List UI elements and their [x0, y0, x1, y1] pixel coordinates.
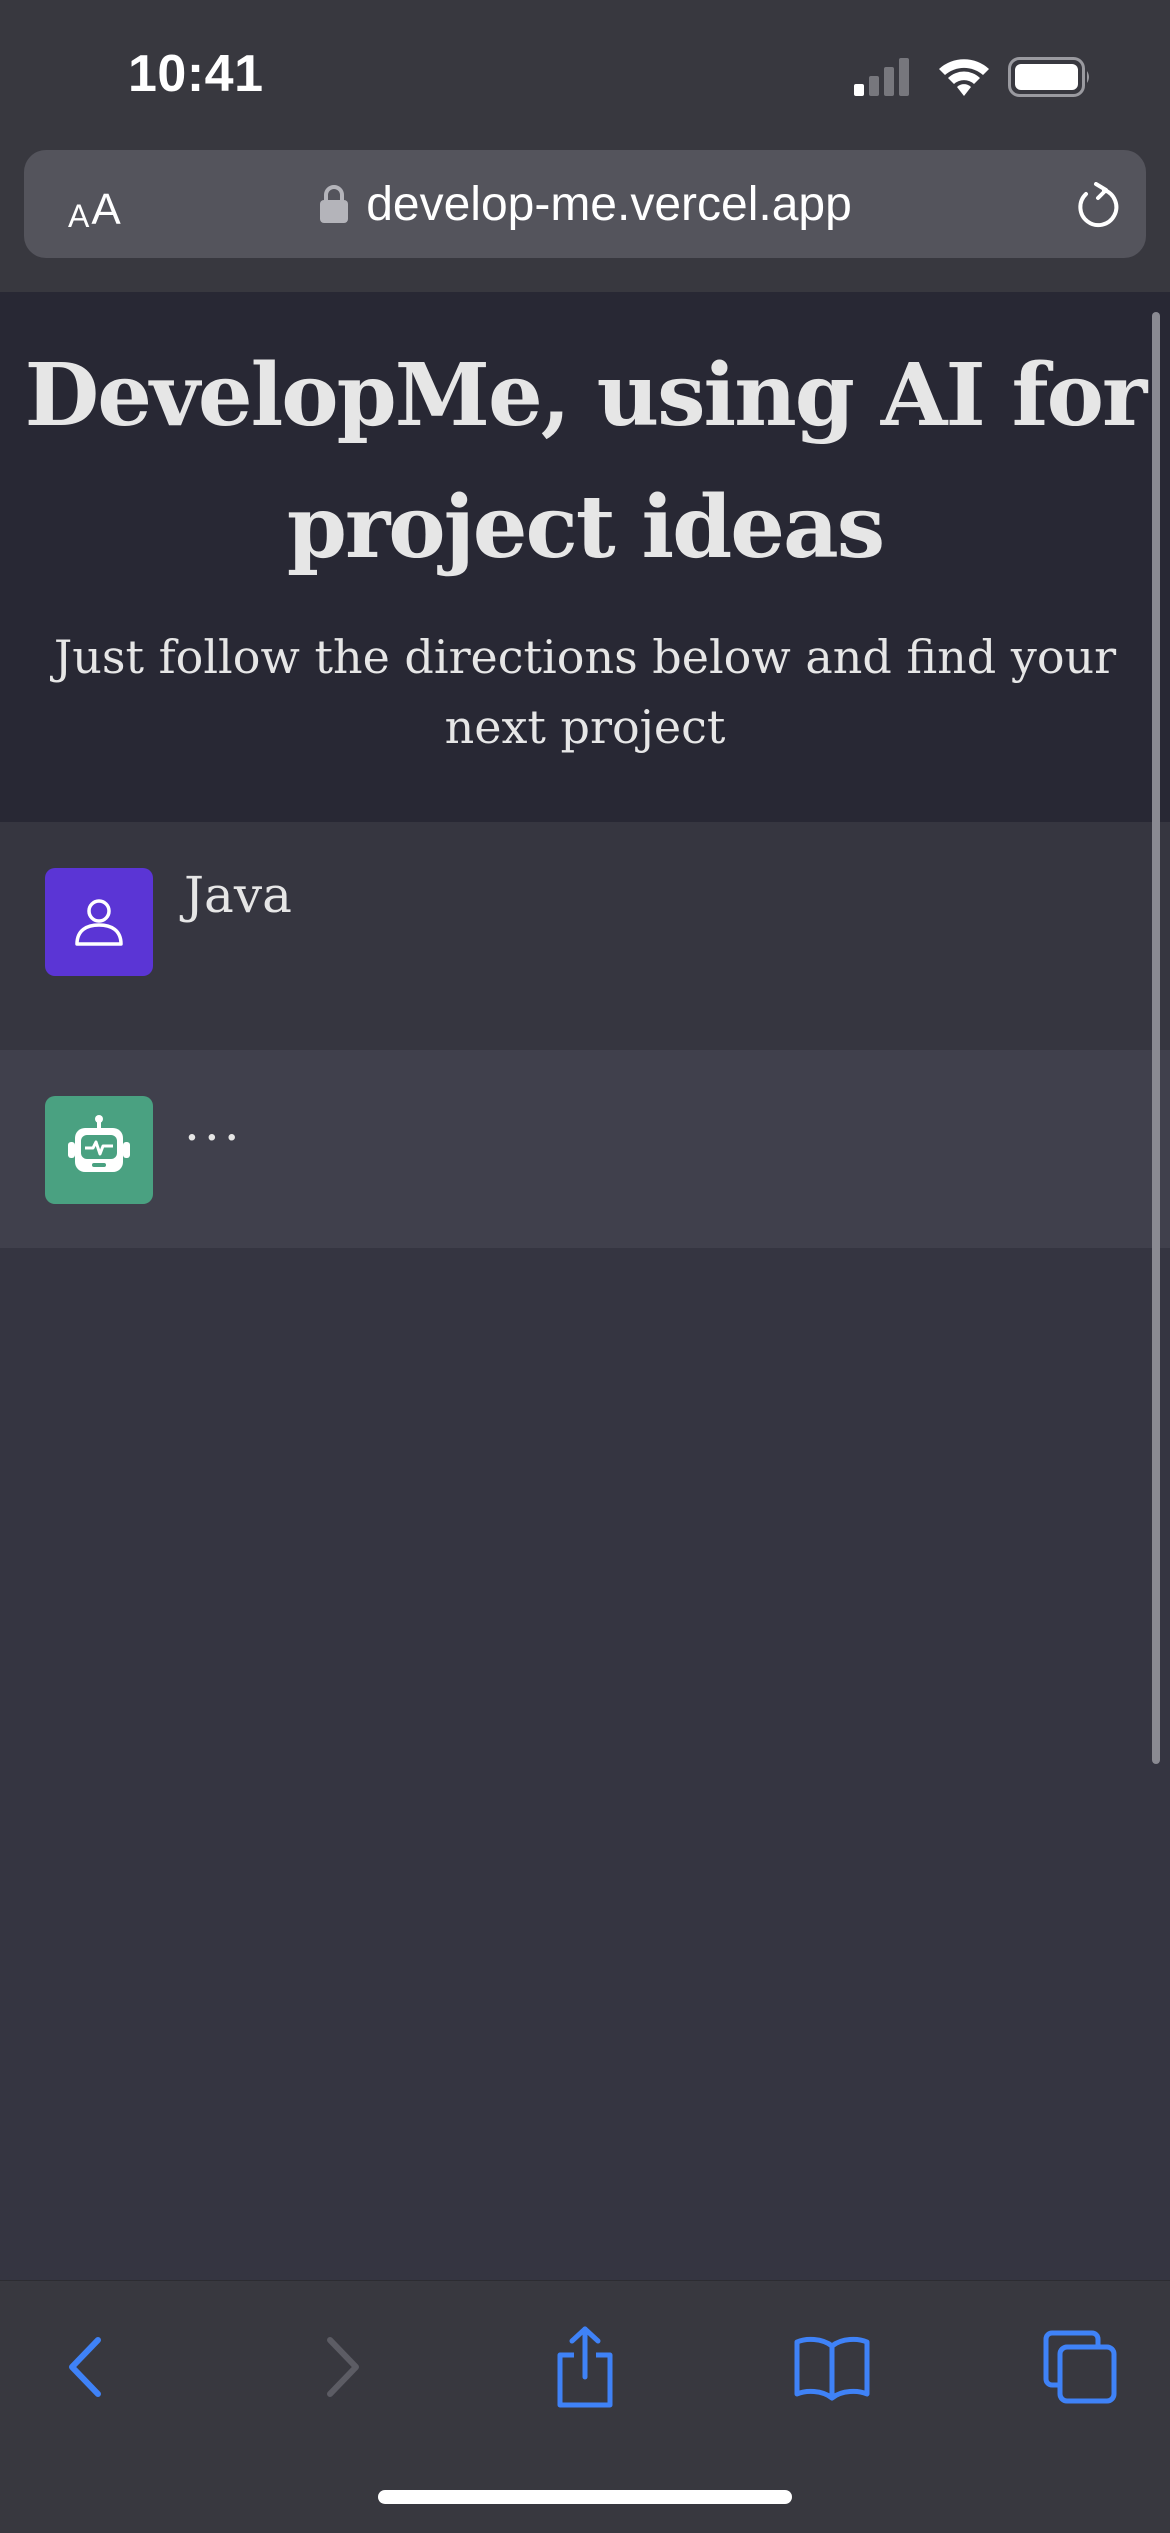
tabs-icon	[1043, 2330, 1117, 2404]
browser-address-area: AA develop-me.vercel.app	[0, 150, 1170, 292]
forward-icon	[327, 2337, 359, 2397]
assistant-avatar	[45, 1096, 153, 1204]
back-button[interactable]	[40, 2319, 136, 2415]
status-bar: 10:41	[0, 0, 1170, 150]
url-text: develop-me.vercel.app	[366, 177, 852, 231]
bookmarks-icon	[794, 2336, 870, 2401]
battery-icon	[1008, 57, 1089, 97]
robot-icon	[68, 1115, 130, 1172]
assistant-message-row: ...	[0, 1050, 1170, 1248]
forward-button[interactable]	[292, 2319, 388, 2415]
user-message-text: Java	[184, 866, 292, 924]
lock-icon	[320, 185, 349, 223]
user-message-row: Java	[0, 822, 1170, 1050]
page-scrollbar[interactable]	[1152, 312, 1160, 1764]
cellular-signal-icon	[854, 58, 909, 96]
tabs-button[interactable]	[1032, 2319, 1128, 2415]
address-bar[interactable]: AA develop-me.vercel.app	[24, 150, 1146, 258]
url-display[interactable]: develop-me.vercel.app	[24, 150, 1146, 258]
bookmarks-button[interactable]	[784, 2319, 880, 2415]
page-header: DevelopMe, using AI for project ideas Ju…	[0, 292, 1170, 822]
status-time: 10:41	[128, 45, 264, 103]
page-title: DevelopMe, using AI for project ideas	[24, 345, 1148, 578]
share-icon	[557, 2326, 613, 2408]
share-button[interactable]	[537, 2319, 633, 2415]
user-avatar	[45, 868, 153, 976]
page-subtitle: Just follow the directions below and fin…	[53, 630, 1117, 754]
reload-icon[interactable]	[1074, 182, 1122, 230]
user-icon	[75, 899, 123, 946]
home-indicator[interactable]	[378, 2490, 792, 2504]
assistant-message-text: ...	[184, 1094, 244, 1152]
back-icon	[69, 2337, 101, 2397]
wifi-icon	[939, 59, 989, 96]
